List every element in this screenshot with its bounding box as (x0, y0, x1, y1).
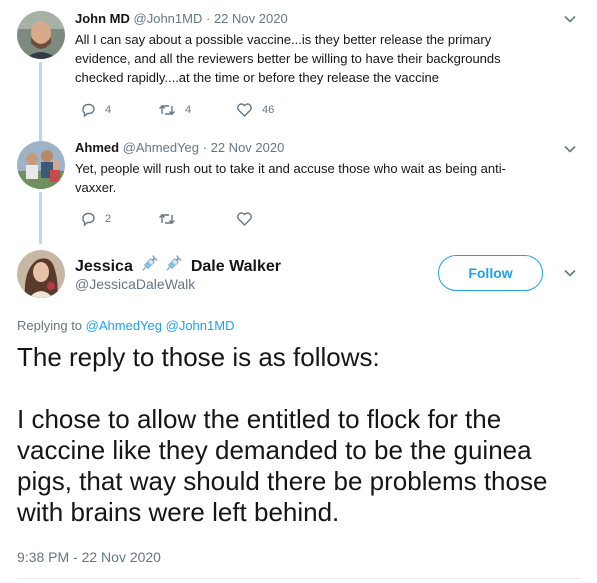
mention-link[interactable]: @AhmedYeg (86, 318, 162, 333)
retweet-icon (159, 214, 175, 224)
display-name[interactable]: John MD (75, 11, 130, 26)
tweet-timestamp[interactable]: 9:38 PM - 22 Nov 2020 (17, 549, 161, 565)
replying-prefix: Replying to (17, 318, 83, 333)
follow-button[interactable]: Follow (438, 255, 543, 291)
display-name[interactable]: Ahmed (75, 140, 119, 155)
reply-header: Ahmed @AhmedYeg · 22 Nov 2020 (75, 140, 284, 155)
like-icon (237, 103, 252, 117)
chevron-down-icon[interactable] (563, 266, 577, 280)
chevron-down-icon[interactable] (563, 142, 577, 156)
reply-button[interactable]: 2 (80, 211, 158, 227)
avatar[interactable] (17, 250, 65, 298)
action-bar: 2 (80, 210, 314, 228)
reply-text: All I can say about a possible vaccine..… (75, 30, 575, 87)
reply-header: John MD @John1MD · 22 Nov 2020 (75, 11, 288, 26)
tweet-paragraph: I chose to allow the entitled to flock f… (17, 404, 548, 527)
display-name-last: Dale Walker (190, 257, 281, 275)
retweet-count: 4 (185, 104, 192, 116)
like-button[interactable]: 46 (236, 102, 314, 118)
separator: · (205, 11, 211, 26)
chevron-down-icon[interactable] (563, 12, 577, 26)
thread-line (39, 62, 42, 142)
retweet-button[interactable] (158, 211, 236, 227)
text-line: checked rapidly....at the time or before… (75, 70, 439, 85)
reply-text: Yet, people will rush out to take it and… (75, 159, 575, 197)
replying-to: Replying to @AhmedYeg @John1MD (17, 318, 234, 333)
tweet-paragraph: The reply to those is as follows: (17, 342, 380, 372)
like-button[interactable] (236, 211, 314, 227)
display-name-first: Jessica (75, 257, 133, 275)
retweet-button[interactable]: 4 (158, 102, 236, 118)
separator: · (202, 140, 207, 155)
handle[interactable]: @JessicaDaleWalk (75, 276, 195, 292)
divider (17, 578, 580, 579)
action-bar: 4 4 46 (80, 101, 314, 119)
like-count: 46 (262, 104, 275, 116)
handle[interactable]: @John1MD (134, 11, 203, 26)
text-line: vaxxer. (75, 180, 117, 195)
tweet-body: The reply to those is as follows: I chos… (17, 342, 587, 528)
text-line: evidence, and all the reviewers better b… (75, 51, 501, 66)
reply-count: 4 (105, 104, 112, 116)
avatar[interactable] (17, 141, 65, 189)
reply-icon (82, 212, 95, 227)
mention-link[interactable]: @John1MD (166, 318, 235, 333)
like-icon (237, 212, 252, 226)
avatar[interactable] (17, 11, 65, 59)
date[interactable]: 22 Nov 2020 (211, 140, 285, 155)
reply-count: 2 (105, 213, 112, 225)
retweet-icon (159, 105, 175, 115)
text-line: All I can say about a possible vaccine..… (75, 32, 492, 47)
date[interactable]: 22 Nov 2020 (214, 11, 288, 26)
handle[interactable]: @AhmedYeg (123, 140, 199, 155)
text-line: Yet, people will rush out to take it and… (75, 161, 506, 176)
reply-icon (82, 103, 95, 118)
thread-line (39, 192, 42, 244)
reply-button[interactable]: 4 (80, 102, 158, 118)
